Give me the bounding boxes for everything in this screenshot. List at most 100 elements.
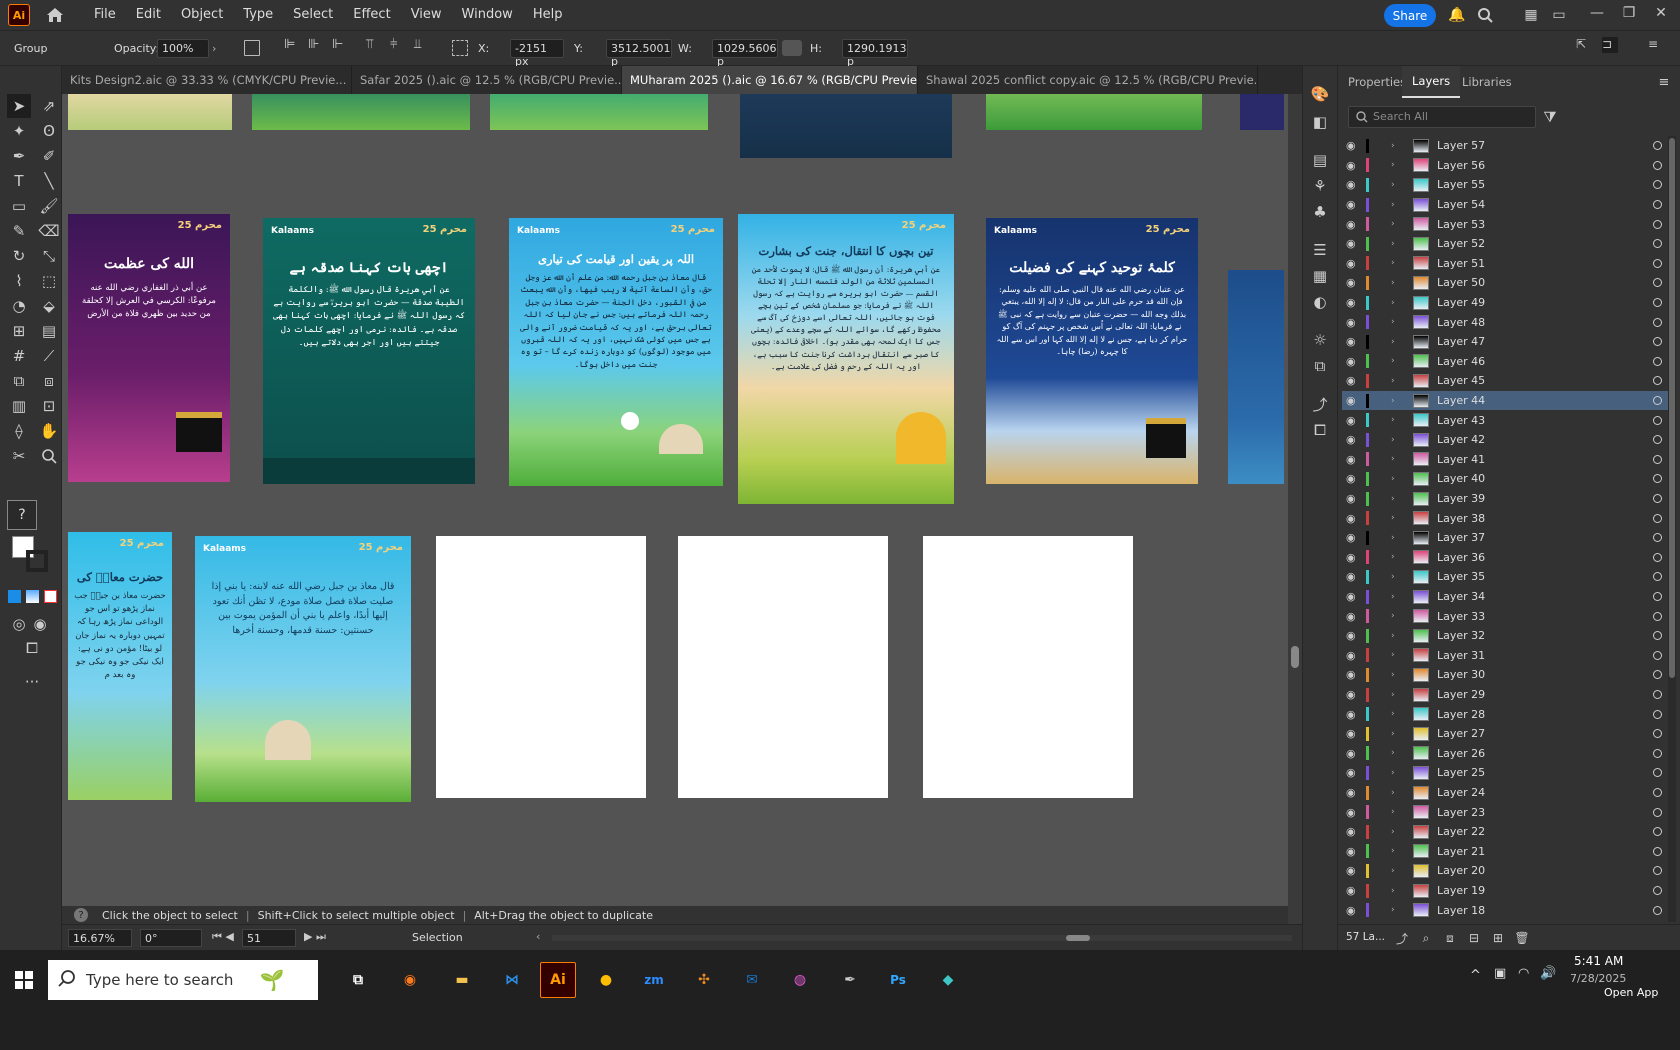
layer-target-icon[interactable] <box>1653 788 1662 798</box>
visibility-eye-icon[interactable]: ◉ <box>1346 766 1364 779</box>
layer-row[interactable]: ◉ › Layer 44 <box>1342 390 1668 411</box>
artboard-card[interactable]: Kalaams محرم 25 قال معاذ بن جبل رضي الله… <box>195 536 411 802</box>
hand-tool-icon[interactable]: ✋ <box>37 419 61 443</box>
layer-row[interactable]: ◉ › Layer 39 <box>1342 489 1668 509</box>
scale-tool-icon[interactable]: ⤡ <box>37 244 61 268</box>
none-mode-icon[interactable] <box>44 590 57 603</box>
visibility-eye-icon[interactable]: ◉ <box>1346 159 1364 172</box>
artboard-card[interactable]: محرم 25 الله کی عظمت عن أبي ذر الغفاري ر… <box>68 214 230 482</box>
transparency-icon[interactable]: ◐ <box>1308 290 1332 314</box>
chevron-right-icon[interactable]: › <box>212 42 216 55</box>
align-right-icon[interactable]: ⊩ <box>332 37 348 53</box>
visibility-eye-icon[interactable]: ◉ <box>1346 904 1364 917</box>
layer-row[interactable]: ◉ › Layer 51 <box>1342 254 1668 274</box>
artboard-number-field[interactable]: 51 <box>242 929 296 947</box>
visibility-eye-icon[interactable]: ◉ <box>1346 335 1364 348</box>
visibility-eye-icon[interactable]: ◉ <box>1346 374 1364 387</box>
layer-row[interactable]: ◉ › Layer 19 <box>1342 881 1668 901</box>
menu-select[interactable]: Select <box>283 0 343 30</box>
layer-name[interactable]: Layer 46 <box>1437 355 1517 368</box>
expand-caret-icon[interactable]: › <box>1391 160 1403 170</box>
layer-target-icon[interactable] <box>1653 905 1662 915</box>
canvas[interactable]: محرم 25 الله کی عظمت عن أبي ذر الغفاري ر… <box>62 94 1288 972</box>
layer-row[interactable]: ◉ › Layer 49 <box>1342 293 1668 313</box>
chrome-icon[interactable]: ● <box>588 962 624 998</box>
slice-tool-icon[interactable]: ⟠ <box>7 419 31 443</box>
layer-target-icon[interactable] <box>1653 180 1662 190</box>
artboard-card[interactable]: Kalaams محرم 25 اللہ پر یقین اور قیامت ک… <box>509 218 723 486</box>
close-icon[interactable]: ✕ <box>1652 4 1670 22</box>
layer-name[interactable]: Layer 47 <box>1437 335 1517 348</box>
panel-menu-icon[interactable]: ≡ <box>1652 70 1676 94</box>
rotation-field[interactable]: 0° <box>140 929 202 947</box>
type-tool-icon[interactable]: T <box>7 169 31 193</box>
align-top-icon[interactable]: ⫪ <box>366 37 382 53</box>
perspective-grid-icon[interactable]: ⊞ <box>7 319 31 343</box>
layer-name[interactable]: Layer 41 <box>1437 453 1517 466</box>
symbol-sprayer-icon[interactable]: ⧈ <box>37 369 61 393</box>
layer-name[interactable]: Layer 53 <box>1437 218 1517 231</box>
artboard-card[interactable]: محرم 25 تین بچوں کا انتقال، جنت کی بشارت… <box>738 214 954 504</box>
layer-target-icon[interactable] <box>1653 513 1662 523</box>
expand-caret-icon[interactable]: › <box>1391 866 1403 876</box>
layer-row[interactable]: ◉ › Layer 50 <box>1342 273 1668 293</box>
graph-tool-icon[interactable]: ▥ <box>7 394 31 418</box>
visibility-eye-icon[interactable]: ◉ <box>1346 355 1364 368</box>
network-icon[interactable]: ▣ <box>1494 966 1506 981</box>
chevron-up-icon[interactable]: ^ <box>1470 968 1481 983</box>
graphic-styles-icon[interactable]: ⧉ <box>1308 354 1332 378</box>
expand-caret-icon[interactable]: › <box>1391 533 1403 543</box>
expand-caret-icon[interactable]: › <box>1391 513 1403 523</box>
layer-target-icon[interactable] <box>1653 768 1662 778</box>
eraser-icon[interactable]: ⌫ <box>37 219 61 243</box>
visibility-eye-icon[interactable]: ◉ <box>1346 139 1364 152</box>
rectangle-tool-icon[interactable]: ▭ <box>7 194 31 218</box>
opacity-field[interactable]: 100% <box>157 39 209 58</box>
puppet-icon[interactable]: ⚘ <box>1308 174 1332 198</box>
bell-icon[interactable]: 🔔 <box>1448 6 1466 24</box>
wifi-icon[interactable]: ◠ <box>1518 966 1529 981</box>
menu-object[interactable]: Object <box>171 0 233 30</box>
visibility-eye-icon[interactable]: ◉ <box>1346 570 1364 583</box>
expand-caret-icon[interactable]: › <box>1391 298 1403 308</box>
clock-date[interactable]: 7/28/2025 <box>1570 972 1626 985</box>
artboard-card[interactable]: محرم 25 حضرت معاذؓ کی حضرت معاذ بن جبلؓ … <box>68 532 172 800</box>
layer-name[interactable]: Layer 21 <box>1437 845 1517 858</box>
layer-target-icon[interactable] <box>1653 435 1662 445</box>
layer-row[interactable]: ◉ › Layer 29 <box>1342 685 1668 705</box>
layer-target-icon[interactable] <box>1653 866 1662 876</box>
layer-target-icon[interactable] <box>1653 690 1662 700</box>
expand-caret-icon[interactable]: › <box>1391 454 1403 464</box>
menu-window[interactable]: Window <box>452 0 523 30</box>
layer-row[interactable]: ◉ › Layer 33 <box>1342 606 1668 626</box>
layers-scrollbar[interactable] <box>1668 136 1676 922</box>
layer-name[interactable]: Layer 54 <box>1437 198 1517 211</box>
export-icon[interactable]: ⤴ <box>1308 392 1332 416</box>
expand-caret-icon[interactable]: › <box>1391 846 1403 856</box>
layer-target-icon[interactable] <box>1653 709 1662 719</box>
expand-caret-icon[interactable]: › <box>1391 435 1403 445</box>
zoom-tool-icon[interactable] <box>37 444 61 468</box>
app-icon[interactable]: ◆ <box>930 962 966 998</box>
artboard-card[interactable]: Kalaams محرم 25 اچھی بات کہنا صدقہ ہے عن… <box>263 218 475 484</box>
zoom-field[interactable]: 16.67% <box>68 929 132 947</box>
visibility-eye-icon[interactable]: ◉ <box>1346 688 1364 701</box>
tab-libraries[interactable]: Libraries <box>1452 66 1522 98</box>
layer-row[interactable]: ◉ › Layer 48 <box>1342 312 1668 332</box>
new-layer-icon[interactable]: ⊞ <box>1486 926 1510 950</box>
layer-name[interactable]: Layer 43 <box>1437 414 1517 427</box>
visibility-eye-icon[interactable]: ◉ <box>1346 237 1364 250</box>
expand-caret-icon[interactable]: › <box>1391 317 1403 327</box>
shape-builder-icon[interactable]: ◔ <box>7 294 31 318</box>
visibility-eye-icon[interactable]: ◉ <box>1346 845 1364 858</box>
expand-caret-icon[interactable]: › <box>1391 474 1403 484</box>
visibility-eye-icon[interactable]: ◉ <box>1346 276 1364 289</box>
layer-target-icon[interactable] <box>1653 454 1662 464</box>
scrollbar-thumb[interactable] <box>1669 138 1675 678</box>
layer-name[interactable]: Layer 42 <box>1437 433 1517 446</box>
layer-target-icon[interactable] <box>1653 807 1662 817</box>
menu-icon[interactable]: ≡ <box>1648 37 1664 53</box>
scroll-left-icon[interactable]: ‹ <box>536 930 540 943</box>
visibility-eye-icon[interactable]: ◉ <box>1346 512 1364 525</box>
visibility-eye-icon[interactable]: ◉ <box>1346 472 1364 485</box>
